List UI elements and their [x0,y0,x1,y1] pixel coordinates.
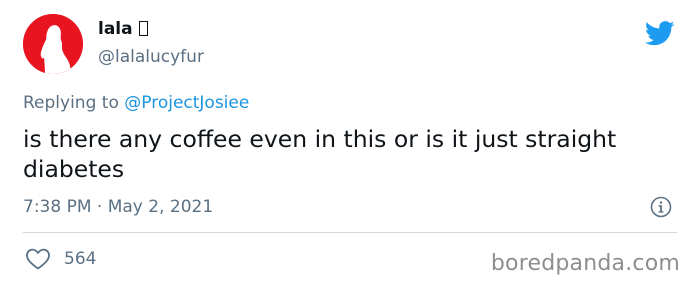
user-handle[interactable]: @lalalucyfur [98,46,204,68]
heart-outline-icon[interactable] [25,247,51,271]
like-count: 564 [64,249,97,269]
twitter-bird-icon[interactable] [645,21,675,46]
watermark: boredpanda.com [490,251,680,276]
display-name[interactable]: lala [98,18,148,40]
reply-mention-link[interactable]: @ProjectJosiee [124,93,249,113]
display-name-text: lala [98,19,133,39]
replying-to: Replying to @ProjectJosiee [23,92,249,114]
avatar[interactable] [23,14,83,74]
unrendered-emoji-glyph [138,21,148,36]
like-button[interactable]: 564 [25,246,96,272]
silhouette-icon [23,14,83,74]
tweet-text: is there any coffee even in this or is i… [23,125,617,183]
replying-prefix: Replying to [23,93,125,113]
tweet-timestamp[interactable]: 7:38 PM · May 2, 2021 [23,196,213,218]
info-icon[interactable] [650,196,672,218]
divider [23,232,677,233]
